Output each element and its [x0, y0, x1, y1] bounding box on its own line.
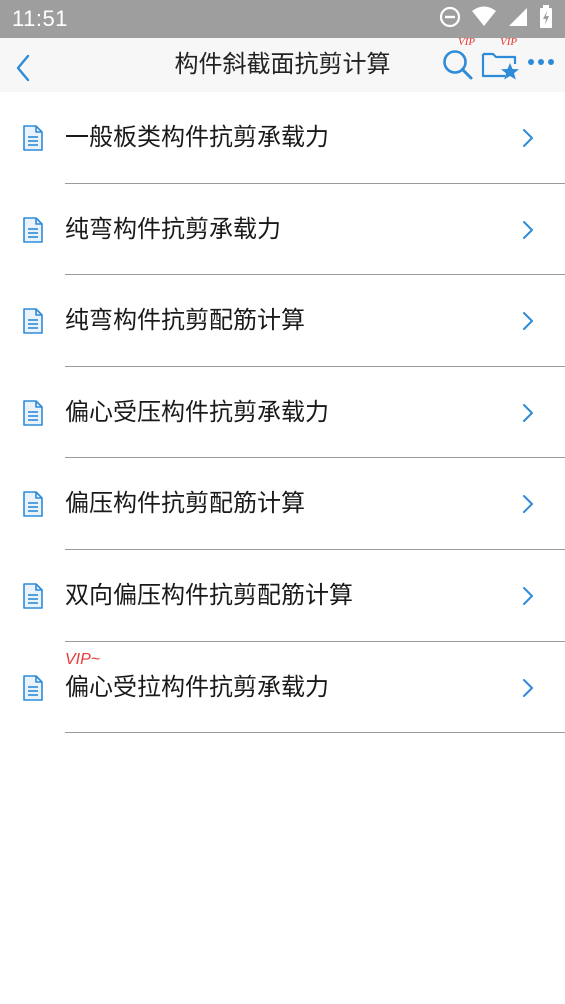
list-item[interactable]: 偏压构件抗剪配筋计算: [0, 458, 565, 550]
more-button[interactable]: [522, 46, 560, 78]
list-item-label: 双向偏压构件抗剪配筋计算: [65, 580, 353, 609]
app-bar: 构件斜截面抗剪计算 VIP VIP: [0, 36, 565, 92]
search-vip-tag: VIP: [458, 36, 476, 48]
chevron-right-icon: [520, 676, 536, 700]
chevron-right-icon: [520, 584, 536, 608]
list-item[interactable]: 纯弯构件抗剪配筋计算: [0, 275, 565, 367]
list-item[interactable]: 纯弯构件抗剪承载力: [0, 184, 565, 276]
chevron-left-icon: [8, 54, 38, 88]
chevron-right-icon: [520, 492, 536, 516]
page-title: 构件斜截面抗剪计算: [174, 50, 391, 78]
document-icon: [22, 491, 44, 518]
document-icon: [22, 674, 44, 701]
favorites-vip-tag: VIP: [500, 36, 518, 48]
battery-icon: [539, 5, 553, 33]
list-item-label: 纯弯构件抗剪配筋计算: [65, 306, 305, 335]
more-dots-icon: [522, 59, 560, 82]
list-item-label: 纯弯构件抗剪承载力: [65, 214, 281, 243]
document-icon: [22, 308, 44, 334]
list-item-label: 偏心受压构件抗剪承载力: [65, 397, 329, 426]
menu-list: 一般板类构件抗剪承载力 纯弯构件抗剪承载力 纯弯构件抗剪配筋计算 偏心受压构件抗剪承载…: [0, 92, 565, 734]
wifi-icon: [471, 6, 497, 32]
status-time: 11:51: [12, 6, 68, 31]
list-item[interactable]: 偏心受压构件抗剪承载力: [0, 367, 565, 459]
list-item-label: 偏心受拉构件抗剪承载力: [65, 672, 329, 701]
vip-badge: VIP~: [65, 650, 101, 668]
status-icons: [439, 5, 553, 33]
document-icon: [22, 399, 44, 426]
chevron-right-icon: [520, 401, 536, 425]
list-item[interactable]: 一般板类构件抗剪承载力: [0, 92, 565, 184]
do-not-disturb-icon: [439, 6, 461, 32]
list-item[interactable]: 双向偏压构件抗剪配筋计算: [0, 550, 565, 642]
chevron-right-icon: [520, 218, 536, 242]
document-icon: [22, 583, 44, 609]
search-icon: [438, 50, 478, 86]
list-item-label: 偏压构件抗剪配筋计算: [65, 489, 305, 518]
status-bar: 11:51: [0, 0, 565, 38]
document-icon: [22, 125, 44, 151]
list-item-label: 一般板类构件抗剪承载力: [65, 123, 329, 151]
favorites-button[interactable]: VIP: [479, 36, 521, 82]
row-divider: [65, 732, 565, 734]
signal-icon: [507, 6, 529, 32]
back-button[interactable]: [8, 46, 38, 84]
search-button[interactable]: VIP: [438, 36, 478, 82]
folder-star-icon: [479, 52, 521, 86]
chevron-right-icon: [520, 309, 536, 333]
chevron-right-icon: [520, 126, 536, 150]
list-item[interactable]: VIP~ 偏心受拉构件抗剪承载力: [0, 642, 565, 734]
document-icon: [22, 216, 44, 243]
